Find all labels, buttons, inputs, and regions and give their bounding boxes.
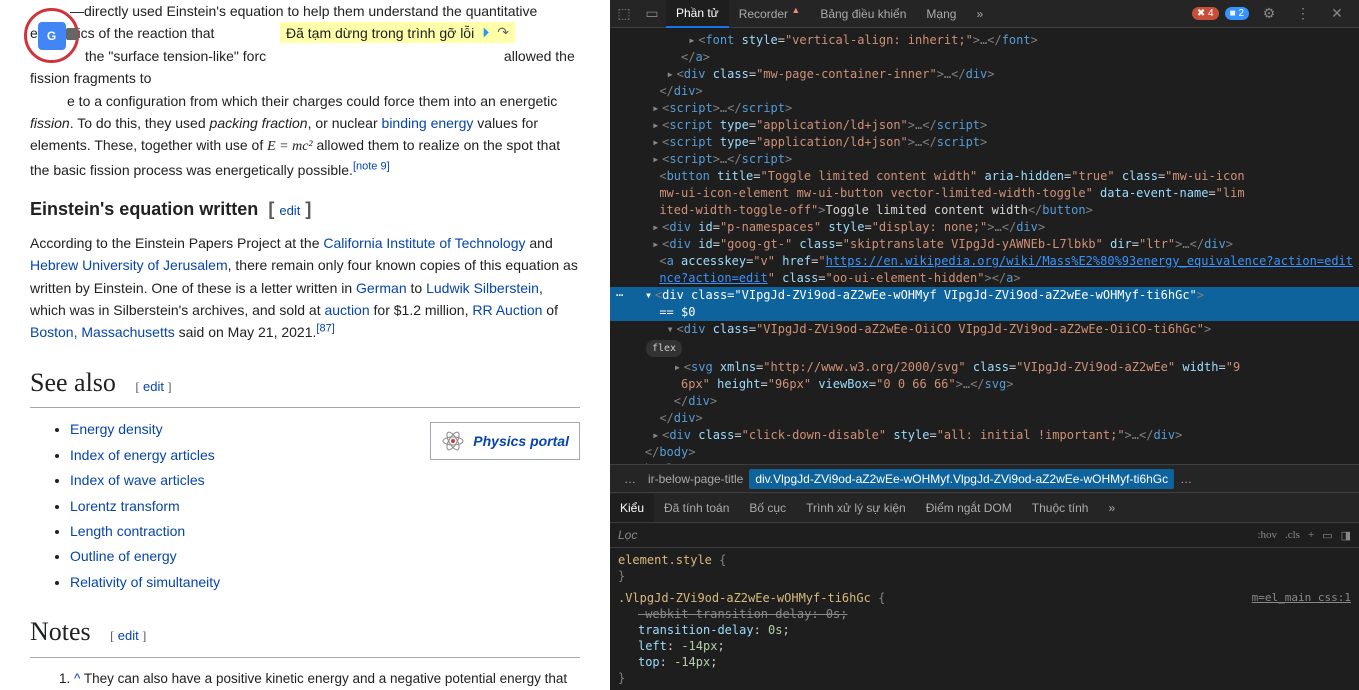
breadcrumb-item[interactable]: ir-below-page-title [642,469,749,489]
device-toggle-icon[interactable]: ▭ [638,5,666,22]
text: the "surface tension-like" forc [85,48,266,64]
more-icon[interactable]: ⋮ [1289,5,1317,22]
devtools-pane: ⬚ ▭ Phần tử Recorder ▲ Bảng điều khiển M… [610,0,1359,690]
link-index-energy-articles[interactable]: Index of energy articles [70,447,215,463]
link-hebrew-university[interactable]: Hebrew University of Jerusalem [30,257,228,273]
ref-note-9[interactable]: [note 9] [353,160,390,172]
button-text: Toggle limited content width [826,203,1028,217]
inspect-element-icon[interactable]: ⬚ [610,5,638,22]
devtools-main-toolbar: ⬚ ▭ Phần tử Recorder ▲ Bảng điều khiển M… [610,0,1359,28]
notes-list: ^ They can also have a positive kinetic … [30,668,580,690]
tab-event-listeners[interactable]: Trình xử lý sự kiện [796,494,916,522]
gear-icon[interactable]: ⚙ [1255,5,1283,22]
edit-section-link[interactable]: edit [118,628,139,643]
styles-tab-bar: Kiểu Đã tính toán Bố cục Trình xử lý sự … [610,492,1359,522]
tab-elements[interactable]: Phần tử [666,0,729,28]
debugger-paused-banner: Đã tạm dừng trong trình gỡ lỗi ⏵ ↷ [280,22,515,43]
link-relativity-simultaneity[interactable]: Relativity of simultaneity [70,574,220,590]
tab-network[interactable]: Mạng [916,1,966,27]
dom-breadcrumb[interactable]: … ir-below-page-title div.VlpgJd-ZVi9od-… [610,464,1359,492]
close-icon[interactable]: ✕ [1323,5,1351,22]
article-pane: G Đã tạm dừng trong trình gỡ lỗi ⏵ ↷ —di… [0,0,610,690]
physics-portal-link[interactable]: Physics portal [473,430,569,452]
tab-layout[interactable]: Bố cục [739,494,796,522]
google-translate-icon: G [38,22,66,50]
text: e to a configuration from which their ch… [67,93,557,109]
computed-styles-icon[interactable]: ▭ [1322,529,1332,542]
tab-console[interactable]: Bảng điều khiển [810,1,916,27]
flex-badge[interactable]: flex [646,340,682,357]
href-url[interactable]: https://en.wikipedia.org/wiki/Mass%E2%80… [826,254,1353,268]
list-item: Index of wave articles [70,469,580,491]
cls-toggle[interactable]: .cls [1285,529,1300,541]
heading-einstein-equation-written: Einstein's equation written [ edit ] [30,195,580,224]
tab-dom-breakpoints[interactable]: Điểm ngắt DOM [916,494,1022,522]
list-item: Relativity of simultaneity [70,571,580,593]
link-boston[interactable]: Boston, Massachusetts [30,324,175,340]
sidebar-toggle-icon[interactable]: ◨ [1341,529,1351,542]
italic-fission: fission [30,115,70,131]
edit-section-link[interactable]: edit [143,379,164,394]
styles-rules[interactable]: element.style { } .VlpgJd-ZVi9od-aZ2wEe-… [610,548,1359,690]
heading-see-also: See also [ edit ] [30,362,580,409]
tab-more-styles[interactable]: » [1098,494,1125,522]
link-index-wave-articles[interactable]: Index of wave articles [70,472,205,488]
paragraph-einstein-papers: According to the Einstein Papers Project… [30,232,580,344]
css-source-link[interactable]: m=el_main css:1 [1252,590,1351,606]
article-body: —directly used Einstein's equation to he… [30,0,580,690]
link-ludwik-silberstein[interactable]: Ludwik Silberstein [426,280,539,296]
tab-more[interactable]: » [966,1,993,27]
physics-portal-box[interactable]: Physics portal [430,422,580,460]
hov-toggle[interactable]: :hov [1257,529,1277,541]
link-length-contraction[interactable]: Length contraction [70,523,185,539]
link-german[interactable]: German [356,280,407,296]
tab-computed[interactable]: Đã tính toán [654,494,739,522]
tab-recorder[interactable]: Recorder ▲ [729,1,811,27]
atom-icon [441,429,465,453]
translate-badge[interactable]: G [24,8,79,63]
debugger-paused-text: Đã tạm dừng trong trình gỡ lỗi [286,25,474,41]
css-prop[interactable]: top [638,655,660,669]
dom-selected-node[interactable]: ⋯ ▾<div class="VIpgJd-ZVi9od-aZ2wEe-wOHM… [610,287,1359,304]
breadcrumb-ellipsis[interactable]: … [618,469,642,489]
list-item: Length contraction [70,520,580,542]
tab-properties[interactable]: Thuộc tính [1022,494,1099,522]
tab-styles[interactable]: Kiểu [610,494,654,522]
filter-input[interactable] [618,528,1249,542]
styles-filter-bar: :hov .cls + ▭ ◨ [610,522,1359,548]
element-style-selector: element.style [618,553,712,567]
link-caltech[interactable]: California Institute of Technology [323,235,525,251]
css-prop[interactable]: -webkit-transition-delay [638,607,811,621]
backlink[interactable]: ^ [74,671,80,686]
link-outline-of-energy[interactable]: Outline of energy [70,548,177,564]
link-rr-auction[interactable]: RR Auction [472,302,542,318]
breadcrumb-ellipsis-end[interactable]: … [1174,469,1198,489]
add-rule-icon[interactable]: + [1308,529,1314,541]
note-item: ^ They can also have a positive kinetic … [74,668,580,690]
italic-packing-fraction: packing fraction [210,115,308,131]
breadcrumb-active[interactable]: div.VlpgJd-ZVi9od-aZ2wEe-wOHMyf.VlpgJd-Z… [749,469,1174,489]
edit-section-link[interactable]: edit [279,203,300,218]
info-badge[interactable]: ■ 2 [1225,7,1249,20]
link-binding-energy[interactable]: binding energy [382,115,474,131]
heading-notes: Notes [ edit ] [30,611,580,658]
resume-icon[interactable]: ⏵ [482,24,489,41]
css-prop[interactable]: left [638,639,667,653]
link-lorentz-transform[interactable]: Lorentz transform [70,498,180,514]
link-energy-density[interactable]: Energy density [70,421,163,437]
error-badge[interactable]: ✖ 4 [1192,7,1219,20]
css-selector: .VlpgJd-ZVi9od-aZ2wEe-wOHMyf-ti6hGc [618,591,871,605]
dom-tree[interactable]: ▸<font style="vertical-align: inherit;">… [610,28,1359,464]
list-item: Outline of energy [70,545,580,567]
step-over-icon[interactable]: ↷ [497,24,509,41]
css-prop[interactable]: transition-delay [638,623,754,637]
formula-emc2: E = mc² [267,139,313,154]
link-auction[interactable]: auction [324,302,369,318]
ref-87[interactable]: [87] [316,323,334,335]
list-item: Lorentz transform [70,495,580,517]
